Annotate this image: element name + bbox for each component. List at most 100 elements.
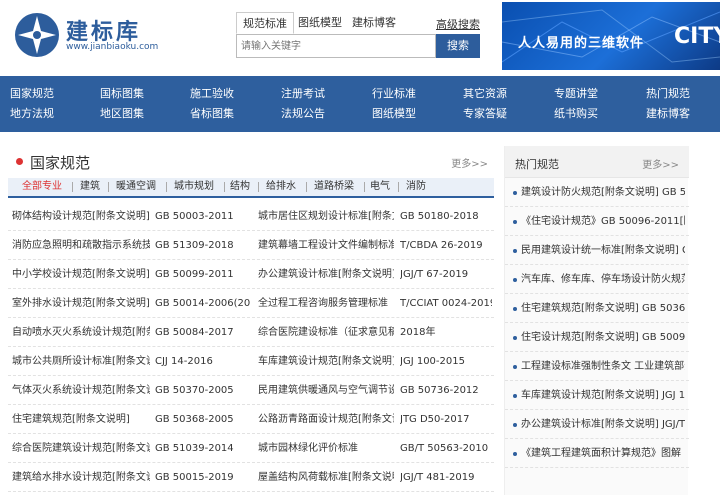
code-title-link[interactable]: 城市居住区规划设计标准[附条文说明] bbox=[258, 210, 394, 224]
list-item: 砌体结构设计规范[附条文说明] GB 50003-2011 城市居住区规划设计标… bbox=[8, 202, 494, 231]
hot-code-link[interactable]: 住宅建筑规范[附条文说明] GB 50368-2005 bbox=[521, 302, 685, 316]
advanced-search-link[interactable]: 高级搜索 bbox=[436, 16, 480, 32]
code-title-link[interactable]: 自动喷水灭火系统设计规范[附条文说明] bbox=[12, 326, 150, 340]
category-divider bbox=[72, 182, 73, 192]
search-input[interactable] bbox=[237, 35, 433, 57]
hot-code-link[interactable]: 车库建筑设计规范[附条文说明] JGJ 100-2015 bbox=[521, 389, 685, 403]
hot-code-link[interactable]: 汽车库、修车库、停车场设计防火规范 GB 50067-2014 bbox=[521, 273, 685, 287]
bullet-icon bbox=[513, 336, 517, 340]
code-title-link[interactable]: 民用建筑供暖通风与空气调节设计规范 bbox=[258, 384, 394, 398]
hot-codes-more-link[interactable]: 更多>> bbox=[642, 156, 679, 171]
hot-list-item[interactable]: 办公建筑设计标准[附条文说明] JGJ/T 67-2019 bbox=[505, 410, 689, 439]
code-title-link[interactable]: 消防应急照明和疏散指示系统技术标准 bbox=[12, 239, 150, 253]
code-title-link[interactable]: 屋盖结构风荷载标准[附条文说明] bbox=[258, 471, 394, 485]
banner-city-text: CITY bbox=[674, 24, 720, 49]
code-title-link[interactable]: 综合医院建筑设计规范[附条文说明] bbox=[12, 442, 150, 456]
search-tab-blog[interactable]: 建标博客 bbox=[352, 12, 396, 34]
site-logo[interactable]: 建标库 www.jianbiaoku.com bbox=[14, 12, 164, 60]
nav-local-regulations[interactable]: 地方法规 bbox=[10, 104, 54, 124]
code-title-link[interactable]: 综合医院建设标准（征求意见稿） bbox=[258, 326, 394, 340]
hot-list-item[interactable]: 民用建筑设计统一标准[附条文说明] GB 50352-2019 bbox=[505, 236, 689, 265]
category-electrical[interactable]: 电气 bbox=[370, 178, 390, 196]
category-architecture[interactable]: 建筑 bbox=[80, 178, 100, 196]
nav-topic-lectures[interactable]: 专题讲堂 bbox=[554, 84, 598, 104]
nav-national-atlas[interactable]: 国标图集 bbox=[100, 84, 144, 104]
section-header: 国家规范 更多>> bbox=[8, 146, 494, 178]
category-urban-planning[interactable]: 城市规划 bbox=[174, 178, 214, 196]
ad-banner[interactable]: 人人易用的三维软件 CITY bbox=[502, 2, 720, 70]
code-number: GB 50015-2019 bbox=[155, 472, 234, 483]
code-title-link[interactable]: 室外排水设计规范[附条文说明] bbox=[12, 297, 150, 311]
nav-registration-exam[interactable]: 注册考试 bbox=[281, 84, 325, 104]
hot-code-link[interactable]: 《住宅设计规范》GB 50096-2011[附条文说明] bbox=[521, 215, 685, 229]
nav-hot-codes[interactable]: 热门规范 bbox=[646, 84, 690, 104]
code-title-link[interactable]: 车库建筑设计规范[附条文说明] bbox=[258, 355, 394, 369]
list-item: 自动喷水灭火系统设计规范[附条文说明] GB 50084-2017 综合医院建设… bbox=[8, 318, 494, 347]
nav-provincial-atlas[interactable]: 省标图集 bbox=[190, 104, 234, 124]
hot-list-item[interactable]: 《建筑工程建筑面积计算规范》图解 bbox=[505, 439, 689, 468]
code-title-link[interactable]: 建筑幕墙工程设计文件编制标准 bbox=[258, 239, 394, 253]
code-title-link[interactable]: 城市公共厕所设计标准[附条文说明] bbox=[12, 355, 150, 369]
code-title-link[interactable]: 全过程工程咨询服务管理标准 bbox=[258, 297, 394, 311]
code-title-link[interactable]: 住宅建筑规范[附条文说明] bbox=[12, 413, 150, 427]
hot-code-link[interactable]: 民用建筑设计统一标准[附条文说明] GB 50352-2019 bbox=[521, 244, 685, 258]
hot-list-item[interactable]: 汽车库、修车库、停车场设计防火规范 GB 50067-2014 bbox=[505, 265, 689, 294]
hot-list-item[interactable]: 住宅建筑规范[附条文说明] GB 50368-2005 bbox=[505, 294, 689, 323]
nav-drawings-models[interactable]: 图纸模型 bbox=[372, 104, 416, 124]
code-number: JGJ/T 481-2019 bbox=[400, 472, 475, 483]
category-divider bbox=[108, 182, 109, 192]
code-number: GB 50736-2012 bbox=[400, 385, 479, 396]
hot-list-item[interactable]: 建筑设计防火规范[附条文说明] GB 50016-2014 bbox=[505, 178, 689, 207]
code-title-link[interactable]: 城市园林绿化评价标准 bbox=[258, 442, 394, 456]
hot-code-link[interactable]: 《建筑工程建筑面积计算规范》图解 bbox=[521, 447, 685, 461]
list-item: 室外排水设计规范[附条文说明] GB 50014-2006(2016年版) 全过… bbox=[8, 289, 494, 318]
hot-code-link[interactable]: 工程建设标准强制性条文 工业建筑部分 bbox=[521, 360, 685, 374]
category-fire-protection[interactable]: 消防 bbox=[406, 178, 426, 196]
code-number: GB 50014-2006(2016年版) bbox=[155, 298, 251, 309]
nav-other-resources[interactable]: 其它资源 bbox=[463, 84, 507, 104]
code-title-link[interactable]: 气体灭火系统设计规范[附条文说明] bbox=[12, 384, 150, 398]
nav-industry-standards[interactable]: 行业标准 bbox=[372, 84, 416, 104]
search-box bbox=[236, 34, 436, 58]
hot-list-item[interactable]: 车库建筑设计规范[附条文说明] JGJ 100-2015 bbox=[505, 381, 689, 410]
section-more-link[interactable]: 更多>> bbox=[451, 155, 488, 170]
code-title-link[interactable]: 公路沥青路面设计规范[附条文说明] bbox=[258, 413, 394, 427]
hot-code-link[interactable]: 住宅设计规范[附条文说明] GB 50096-2011 bbox=[521, 331, 685, 345]
code-title-link[interactable]: 砌体结构设计规范[附条文说明] bbox=[12, 210, 150, 224]
nav-national-codes[interactable]: 国家规范 bbox=[10, 84, 54, 104]
code-title-link[interactable]: 中小学校设计规范[附条文说明] bbox=[12, 268, 150, 282]
list-item: 城市公共厕所设计标准[附条文说明] CJJ 14-2016 车库建筑设计规范[附… bbox=[8, 347, 494, 376]
list-item: 建筑给水排水设计规范[附条文说明] GB 50015-2019 屋盖结构风荷载标… bbox=[8, 463, 494, 492]
code-number: 2018年 bbox=[400, 327, 436, 338]
code-title-link[interactable]: 办公建筑设计标准[附条文说明] bbox=[258, 268, 394, 282]
code-number: JTG D50-2017 bbox=[400, 414, 470, 425]
search-button[interactable]: 搜索 bbox=[436, 34, 480, 58]
category-all[interactable]: 全部专业 bbox=[22, 178, 62, 196]
hot-list-item[interactable]: 工程建设标准强制性条文 工业建筑部分 bbox=[505, 352, 689, 381]
code-title-link[interactable]: 建筑给水排水设计规范[附条文说明] bbox=[12, 471, 150, 485]
category-hvac[interactable]: 暖通空调 bbox=[116, 178, 156, 196]
search-tab-drawings[interactable]: 图纸模型 bbox=[298, 12, 342, 34]
category-divider bbox=[364, 182, 365, 192]
search-tab-standards[interactable]: 规范标准 bbox=[236, 12, 294, 34]
nav-construction-acceptance[interactable]: 施工验收 bbox=[190, 84, 234, 104]
hot-list-item[interactable]: 《住宅设计规范》GB 50096-2011[附条文说明] bbox=[505, 207, 689, 236]
code-number: GB 51309-2018 bbox=[155, 240, 234, 251]
code-number: GB 50370-2005 bbox=[155, 385, 234, 396]
list-item: 住宅建筑规范[附条文说明] GB 50368-2005 公路沥青路面设计规范[附… bbox=[8, 405, 494, 434]
nav-buy-books[interactable]: 纸书购买 bbox=[554, 104, 598, 124]
hot-codes-panel: 热门规范 更多>> 建筑设计防火规范[附条文说明] GB 50016-2014 … bbox=[504, 146, 689, 495]
nav-regional-atlas[interactable]: 地区图集 bbox=[100, 104, 144, 124]
nav-regulation-notices[interactable]: 法规公告 bbox=[281, 104, 325, 124]
code-number: GB 50003-2011 bbox=[155, 211, 234, 222]
hot-code-link[interactable]: 办公建筑设计标准[附条文说明] JGJ/T 67-2019 bbox=[521, 418, 685, 432]
hot-code-link[interactable]: 建筑设计防火规范[附条文说明] GB 50016-2014 bbox=[521, 186, 685, 200]
category-water-drainage[interactable]: 给排水 bbox=[266, 178, 296, 196]
hot-list-item[interactable]: 住宅设计规范[附条文说明] GB 50096-2011 bbox=[505, 323, 689, 352]
nav-blog[interactable]: 建标博客 bbox=[646, 104, 690, 124]
code-number: CJJ 14-2016 bbox=[155, 356, 213, 367]
category-roads-bridges[interactable]: 道路桥梁 bbox=[314, 178, 354, 196]
category-divider bbox=[258, 182, 259, 192]
nav-expert-qa[interactable]: 专家答疑 bbox=[463, 104, 507, 124]
category-structure[interactable]: 结构 bbox=[230, 178, 250, 196]
